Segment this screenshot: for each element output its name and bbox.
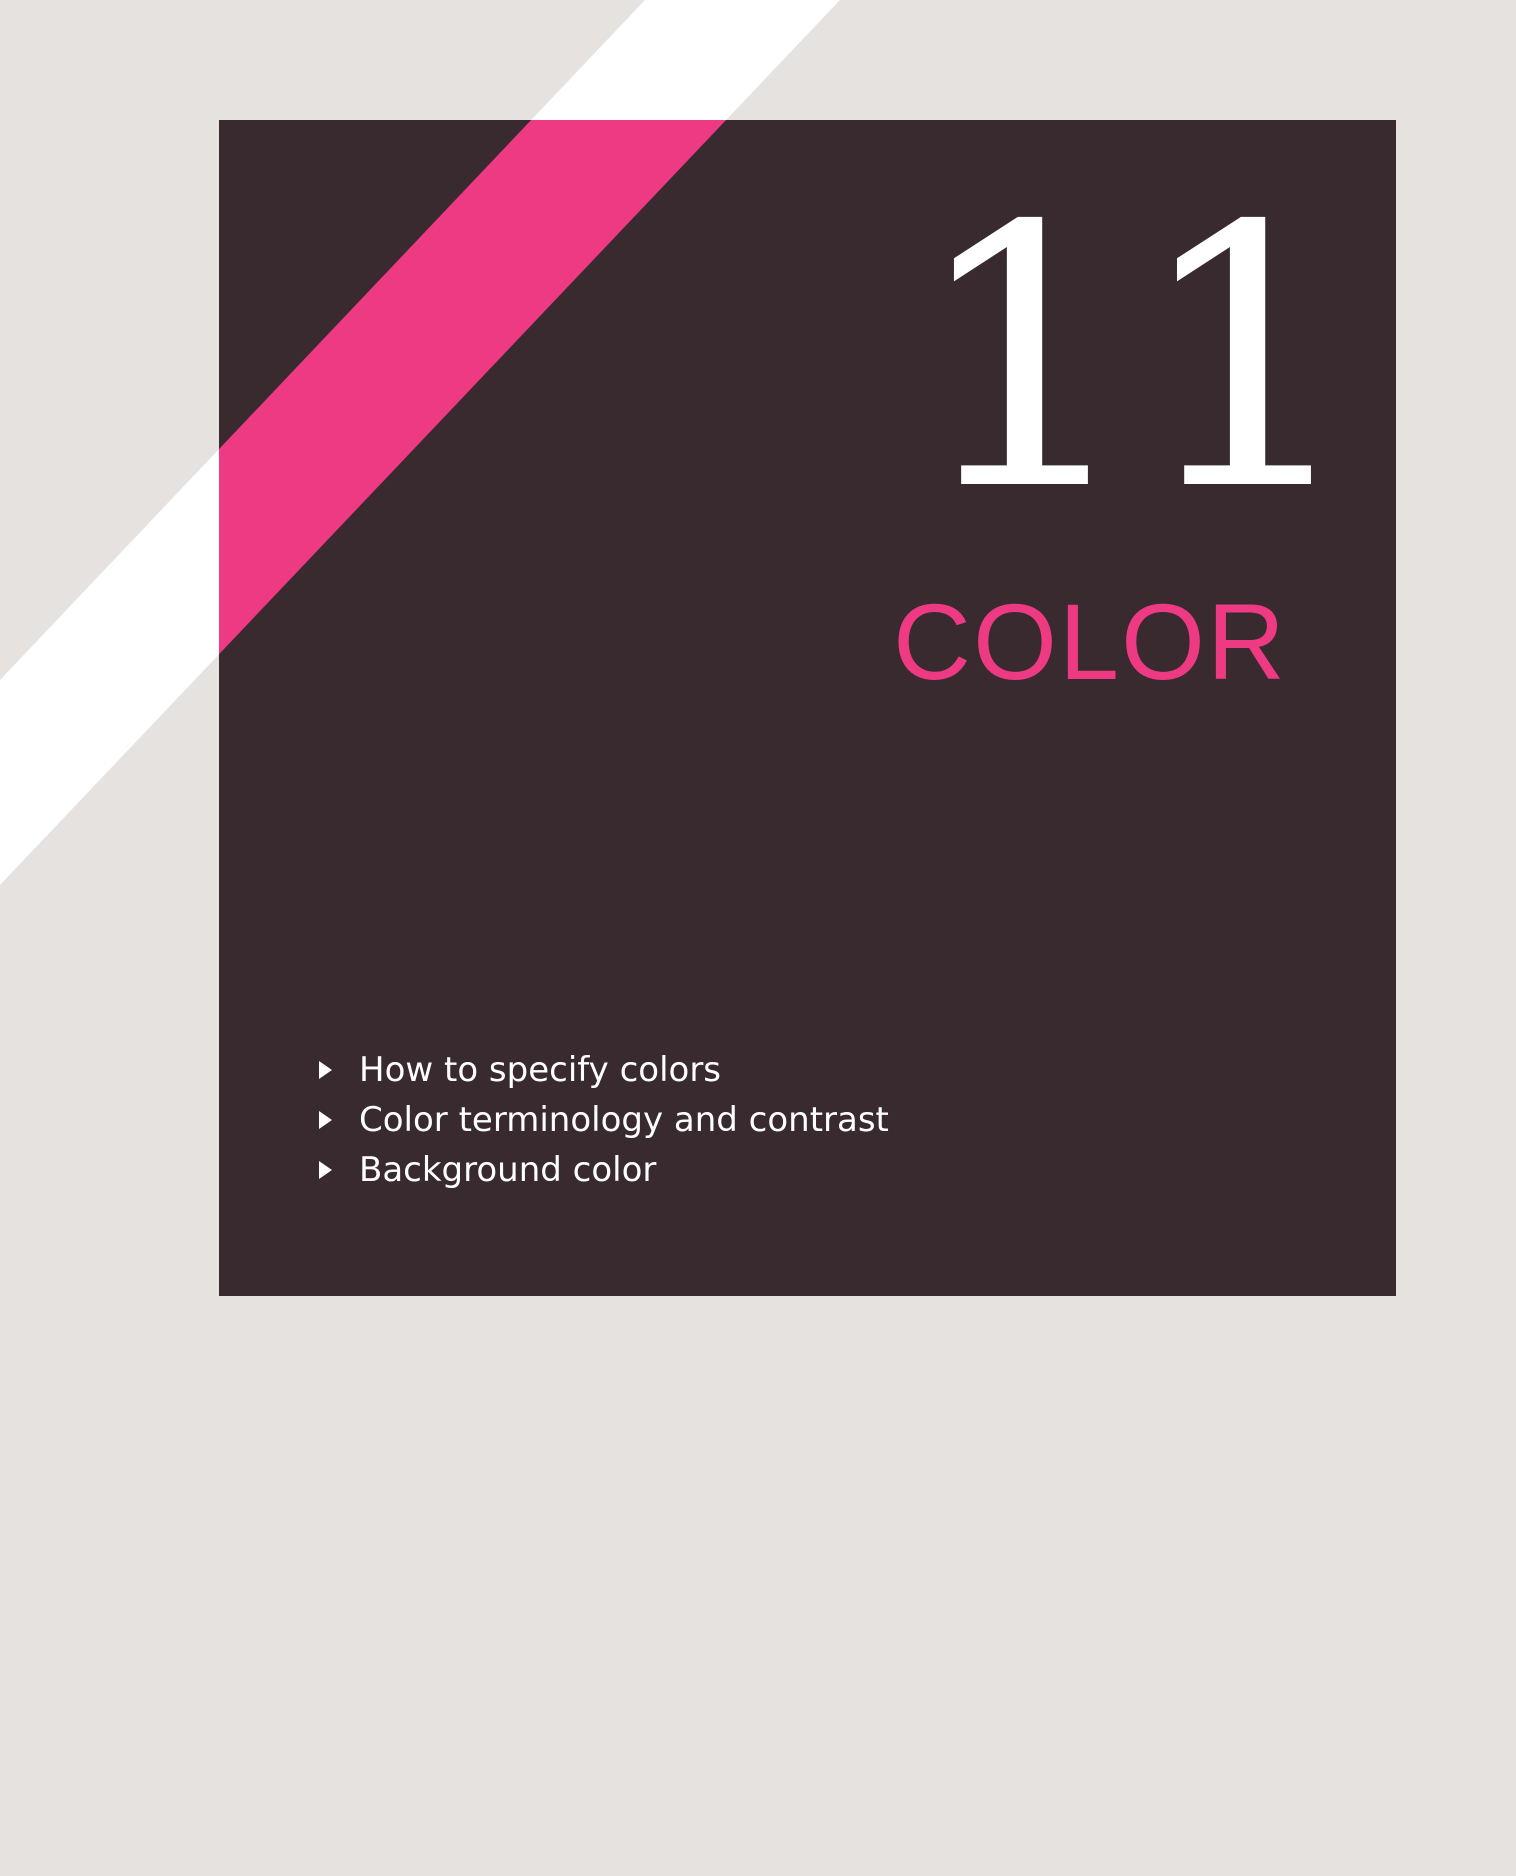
topic-item: Background color <box>319 1145 889 1195</box>
triangle-right-icon <box>319 1111 332 1129</box>
topic-item: Color terminology and contrast <box>319 1095 889 1145</box>
topic-list: How to specify colors Color terminology … <box>319 1045 889 1195</box>
topic-item: How to specify colors <box>319 1045 889 1095</box>
triangle-right-icon <box>319 1161 332 1179</box>
chapter-title: COLOR <box>892 581 1288 702</box>
chapter-number: 11 <box>910 150 1362 569</box>
topic-label: How to specify colors <box>359 1050 722 1090</box>
topic-label: Color terminology and contrast <box>359 1100 889 1140</box>
triangle-right-icon <box>319 1061 332 1079</box>
topic-label: Background color <box>359 1150 657 1190</box>
